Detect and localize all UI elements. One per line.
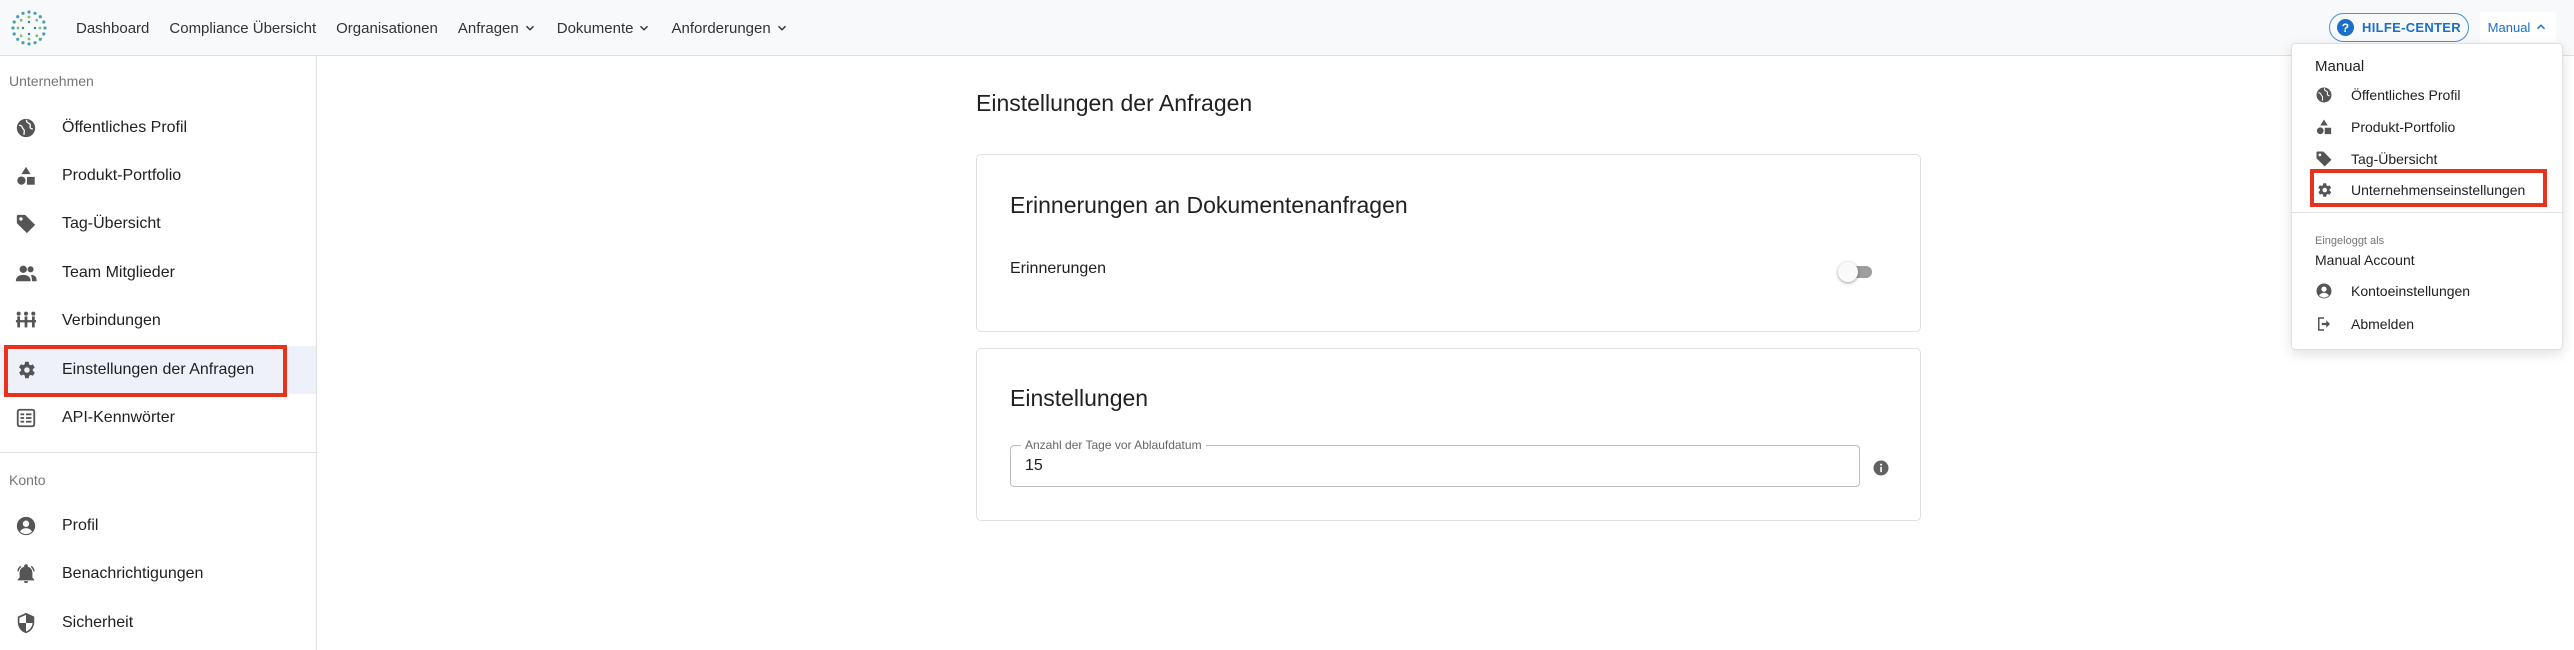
section-title-konto: Konto xyxy=(9,472,46,488)
chevron-up-icon xyxy=(2537,24,2546,30)
sidebar-item-profil[interactable]: Profil xyxy=(0,502,316,550)
user-menu-label: Manual xyxy=(2487,19,2531,35)
nav-label: Dashboard xyxy=(76,19,150,37)
logged-in-as-label: Eingeloggt als xyxy=(2315,235,2385,247)
menu-item-abmelden[interactable]: Abmelden xyxy=(2292,309,2564,339)
menu-item-oeffentliches-profil[interactable]: Öffentliches Profil xyxy=(2292,80,2564,110)
user-menu-button[interactable]: Manual xyxy=(2480,12,2556,42)
highlight-box xyxy=(4,345,287,397)
account-circle-icon xyxy=(14,514,38,538)
sidebar-item-label: Team Mitglieder xyxy=(62,264,175,281)
menu-divider xyxy=(2292,212,2564,213)
tag-icon xyxy=(2314,149,2334,169)
chevron-down-icon xyxy=(640,25,649,31)
sidebar-item-oeffentliches-profil[interactable]: Öffentliches Profil xyxy=(0,104,316,152)
sidebar-item-label: Öffentliches Profil xyxy=(62,119,188,136)
nav-label: Anfragen xyxy=(457,19,519,37)
sidebar: Unternehmen Öffentliches Profil Produkt-… xyxy=(0,56,317,650)
menu-item-produkt-portfolio[interactable]: Produkt-Portfolio xyxy=(2292,112,2564,142)
field-label: Anzahl der Tage vor Ablaufdatum xyxy=(1021,438,1206,452)
sidebar-item-label: Verbindungen xyxy=(62,312,161,329)
shapes-icon xyxy=(2314,117,2334,137)
help-icon: ? xyxy=(2337,19,2355,36)
settings-card: Einstellungen Anzahl der Tage vor Ablauf… xyxy=(976,348,1921,521)
sidebar-item-label: Sicherheit xyxy=(62,614,134,631)
tag-icon xyxy=(14,212,38,236)
reminders-card-title: Erinnerungen an Dokumentenanfragen xyxy=(1010,192,1408,218)
highlight-box xyxy=(2310,169,2547,207)
sidebar-item-label: Benachrichtigungen xyxy=(62,565,204,582)
sidebar-item-sicherheit[interactable]: Sicherheit xyxy=(0,599,316,647)
reminders-toggle-label: Erinnerungen xyxy=(1010,260,1107,277)
connections-icon xyxy=(14,309,38,333)
days-before-expiry-input[interactable] xyxy=(1025,457,1825,475)
nav-compliance-uebersicht[interactable]: Compliance Übersicht xyxy=(169,20,316,37)
globe-icon xyxy=(14,116,38,140)
page-title: Einstellungen der Anfragen xyxy=(976,90,1253,116)
chevron-down-icon xyxy=(525,25,534,31)
shield-icon xyxy=(14,611,38,635)
days-before-expiry-field[interactable]: Anzahl der Tage vor Ablaufdatum xyxy=(1010,438,1860,487)
top-bar: Dashboard Compliance Übersicht Organisat… xyxy=(0,0,2574,56)
settings-card-title: Einstellungen xyxy=(1010,385,1149,411)
globe-icon xyxy=(2314,85,2334,105)
nav-label: Organisationen xyxy=(336,19,438,37)
chevron-down-icon xyxy=(777,25,786,31)
reminders-card: Erinnerungen an Dokumentenanfragen Erinn… xyxy=(976,154,1921,332)
bell-icon xyxy=(14,562,38,586)
shapes-icon xyxy=(14,164,38,188)
help-center-button[interactable]: ? HILFE-CENTER xyxy=(2329,13,2469,42)
menu-item-label: Kontoeinstellungen xyxy=(2351,283,2471,299)
sidebar-item-tag-uebersicht[interactable]: Tag-Übersicht xyxy=(0,200,316,248)
sidebar-item-team-mitglieder[interactable]: Team Mitglieder xyxy=(0,249,316,297)
account-name: Manual Account xyxy=(2315,252,2415,268)
company-logo[interactable] xyxy=(10,9,48,47)
sidebar-item-benachrichtigungen[interactable]: Benachrichtigungen xyxy=(0,550,316,598)
nav-label: Compliance Übersicht xyxy=(169,19,317,37)
people-icon xyxy=(14,261,38,285)
sidebar-item-verbindungen[interactable]: Verbindungen xyxy=(0,297,316,345)
api-key-icon xyxy=(14,406,38,430)
nav-dashboard[interactable]: Dashboard xyxy=(76,20,149,37)
help-center-label: HILFE-CENTER xyxy=(2362,20,2461,35)
sidebar-item-label: Tag-Übersicht xyxy=(62,215,161,232)
logout-icon xyxy=(2314,314,2334,334)
menu-heading: Manual xyxy=(2315,58,2365,75)
main-nav: Dashboard Compliance Übersicht Organisat… xyxy=(76,0,789,56)
menu-item-label: Produkt-Portfolio xyxy=(2351,119,2456,135)
nav-dokumente[interactable]: Dokumente xyxy=(557,20,652,37)
menu-item-label: Tag-Übersicht xyxy=(2351,151,2438,167)
toggle-knob xyxy=(1838,262,1858,282)
user-dropdown-menu: Manual Öffentliches Profil Produkt-Portf… xyxy=(2291,43,2564,350)
menu-item-kontoeinstellungen[interactable]: Kontoeinstellungen xyxy=(2292,276,2564,306)
sidebar-item-label: API-Kennwörter xyxy=(62,409,175,426)
reminders-toggle[interactable] xyxy=(1838,261,1874,282)
sidebar-item-label: Produkt-Portfolio xyxy=(62,167,182,184)
account-circle-icon xyxy=(2314,281,2334,301)
nav-anforderungen[interactable]: Anforderungen xyxy=(671,20,788,37)
nav-label: Dokumente xyxy=(556,19,634,37)
menu-item-label: Öffentliches Profil xyxy=(2351,87,2461,103)
section-title-unternehmen: Unternehmen xyxy=(9,73,94,89)
sidebar-item-api-kennwoerter[interactable]: API-Kennwörter xyxy=(0,394,316,442)
sidebar-item-label: Profil xyxy=(62,517,99,534)
menu-item-label: Abmelden xyxy=(2351,316,2415,332)
nav-anfragen[interactable]: Anfragen xyxy=(458,20,537,37)
sidebar-item-produkt-portfolio[interactable]: Produkt-Portfolio xyxy=(0,152,316,200)
sidebar-divider xyxy=(0,452,316,453)
nav-label: Anforderungen xyxy=(671,19,771,37)
nav-organisationen[interactable]: Organisationen xyxy=(336,20,438,37)
info-icon[interactable] xyxy=(1872,459,1890,477)
